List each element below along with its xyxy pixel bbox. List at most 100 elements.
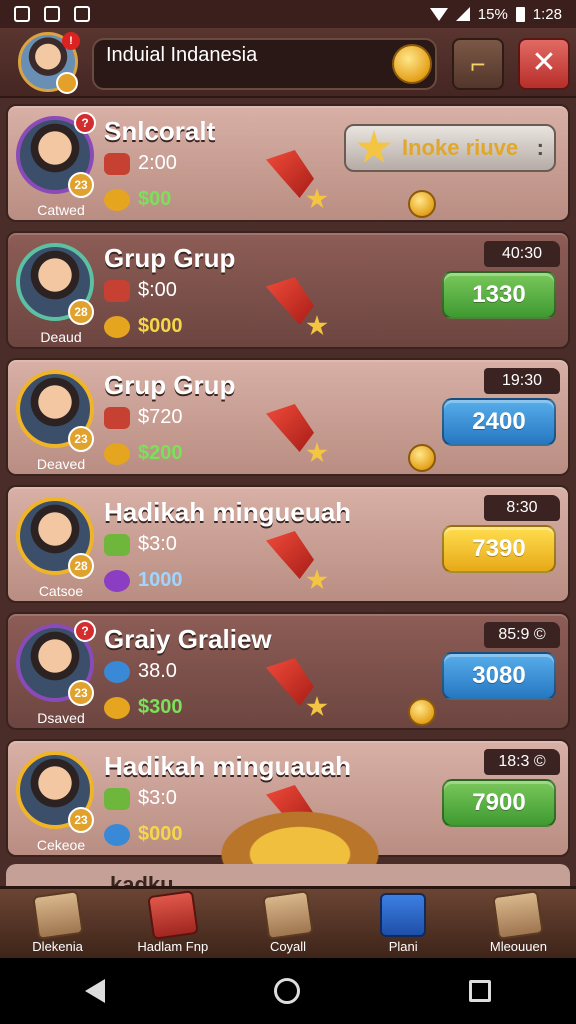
stat-value: $:00	[138, 279, 177, 301]
header: ! Induial Indanesia ⌐ ✕	[0, 28, 576, 98]
app-notification-icon	[44, 6, 60, 22]
level-badge: 28	[68, 553, 94, 579]
level-badge: 23	[68, 807, 94, 833]
hammer-icon	[266, 277, 314, 325]
reward-icon	[104, 823, 130, 846]
star-icon	[306, 442, 328, 463]
coin-icon	[408, 190, 436, 218]
avatar-caption: Catsoe	[38, 583, 84, 599]
coin-icon[interactable]	[392, 44, 432, 84]
join-button[interactable]: 7900	[442, 779, 556, 827]
signal-icon	[455, 7, 470, 21]
reward-icon	[104, 188, 130, 211]
wifi-icon	[429, 7, 448, 21]
hammer-icon	[266, 531, 314, 579]
nav-item-coyall[interactable]: Coyall	[230, 889, 345, 958]
timer-badge: 19:30	[484, 368, 560, 394]
hammer-icon	[266, 658, 314, 706]
group-name: Grup Grup	[104, 243, 236, 273]
timer-badge: 8:30	[484, 495, 560, 521]
resource-icon	[104, 279, 130, 302]
recent-apps-icon[interactable]	[469, 980, 492, 1002]
level-badge: 23	[68, 426, 94, 452]
stat-row: $3:0	[104, 533, 177, 556]
reward-row: 1000	[104, 569, 183, 592]
join-button[interactable]: 1330	[442, 271, 556, 319]
nav-label: Coyall	[269, 939, 307, 954]
hammer-icon	[266, 404, 314, 452]
stat-value: $3:0	[138, 787, 177, 809]
reward-icon	[104, 569, 130, 592]
list-item[interactable]: ? 23 Dsaved Graiy Graliew 38.0 $300 85:9 © 3…	[6, 612, 570, 730]
reward-value: $00	[138, 188, 172, 210]
list-item[interactable]: ? 23 Catwed Snlcoralt 2:00 $00 Inoke riuve …	[6, 104, 570, 222]
parchment-icon	[262, 890, 314, 940]
resource-icon	[104, 152, 130, 175]
stat-row: $:00	[104, 279, 177, 302]
profile-level-badge	[56, 72, 78, 94]
stat-value: 2:00	[138, 152, 177, 174]
stat-row: 38.0	[104, 660, 177, 683]
list-item[interactable]: 23 Deaved Grup Grup $720 $200 19:30 2400	[6, 358, 570, 476]
stat-row: $3:0	[104, 787, 177, 810]
group-name: Snlcoralt	[104, 116, 216, 146]
reward-value: $000	[138, 823, 183, 845]
status-bar: 15% 1:28	[0, 0, 576, 28]
join-button[interactable]: 7390	[442, 525, 556, 573]
reward-row: $200	[104, 442, 183, 465]
nav-label: Hadlam Fnp	[137, 939, 209, 954]
page-title: Induial Indanesia	[92, 38, 437, 90]
battery-percent: 15%	[477, 5, 508, 23]
list-item[interactable]: 28 Catsoe Hadikah mingueuah $3:0 1000 8:30…	[6, 485, 570, 603]
join-button[interactable]: 3080	[442, 652, 556, 700]
nav-item-mleouuen[interactable]: Mleouuen	[461, 889, 576, 958]
battery-icon	[515, 6, 525, 22]
home-icon[interactable]	[273, 978, 300, 1004]
system-nav-bar	[0, 958, 576, 1024]
stat-value: $3:0	[138, 533, 177, 555]
group-name: Hadikah mingueuah	[104, 497, 352, 527]
reward-row: $000	[104, 823, 183, 846]
nav-label: Mleouuen	[489, 939, 547, 954]
invite-label: Inoke riuve	[402, 135, 519, 160]
reward-value: $200	[138, 442, 183, 464]
join-button[interactable]: 2400	[442, 398, 556, 446]
reward-row: $300	[104, 696, 183, 719]
level-badge: 23	[68, 172, 94, 198]
stat-row: 2:00	[104, 152, 177, 175]
reward-value: 1000	[138, 569, 183, 591]
nav-item-hadlam[interactable]: Hadlam Fnp	[115, 889, 230, 958]
scroll-icon	[31, 890, 84, 940]
list-item[interactable]: 28 Deaud Grup Grup $:00 $000 40:30 1330	[6, 231, 570, 349]
notification-badge: ?	[74, 620, 96, 642]
reward-icon	[104, 696, 130, 719]
back-icon[interactable]	[84, 979, 105, 1003]
group-name: Hadikah minguauah	[104, 751, 352, 781]
stat-row: $720	[104, 406, 183, 429]
nav-label: Dlekenia	[32, 939, 83, 954]
invite-button[interactable]: Inoke riuve :	[344, 124, 556, 172]
star-icon	[356, 130, 392, 163]
timer-badge: 40:30	[484, 241, 560, 267]
star-icon	[306, 569, 328, 590]
resource-icon	[104, 787, 130, 810]
level-badge: 23	[68, 680, 94, 706]
reward-icon	[104, 442, 130, 465]
close-button[interactable]: ✕	[518, 38, 570, 90]
star-icon	[306, 188, 328, 209]
hammer-icon	[266, 150, 314, 198]
menu-button[interactable]: ⌐	[452, 38, 504, 90]
coin-icon	[408, 444, 436, 472]
reward-row: $000	[104, 315, 183, 338]
avatar-caption: Catwed	[37, 202, 85, 218]
nav-label: Plani	[388, 939, 418, 954]
timer-badge: 18:3 ©	[484, 749, 560, 775]
notification-icon	[14, 6, 30, 22]
reward-row: $00	[104, 188, 171, 211]
timer-badge: 85:9 ©	[484, 622, 560, 648]
nav-item-plani[interactable]: Plani	[346, 889, 461, 958]
nav-item-dlekenia[interactable]: Dlekenia	[0, 889, 115, 958]
more-icon: :	[536, 135, 544, 160]
reward-value: $300	[138, 696, 183, 718]
reward-icon	[104, 315, 130, 338]
